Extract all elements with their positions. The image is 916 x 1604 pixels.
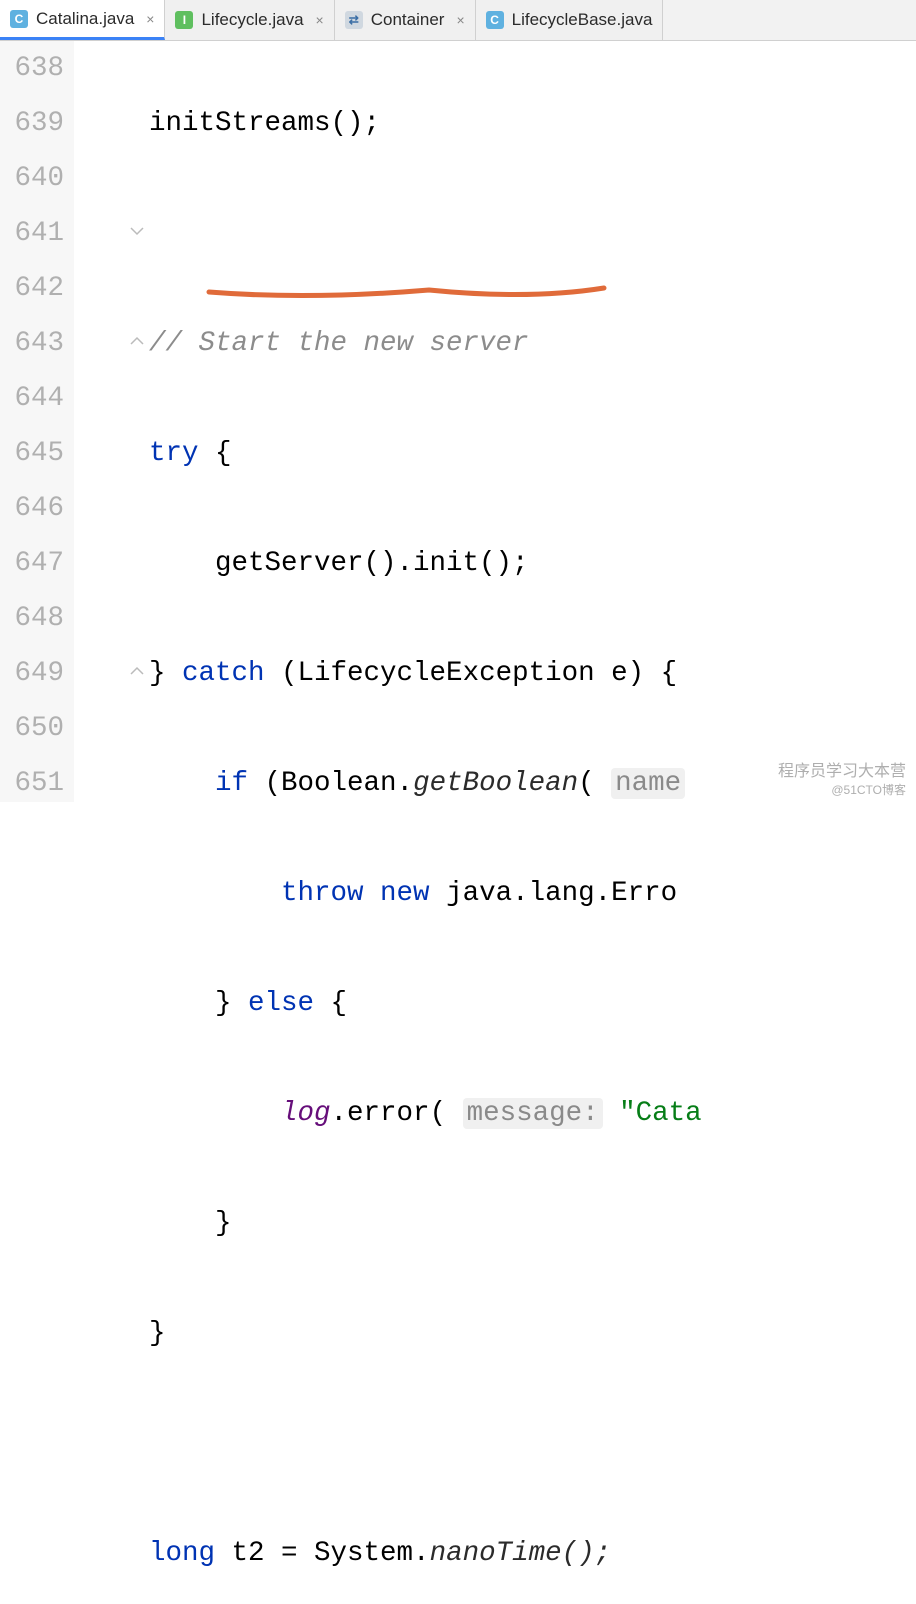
code-line: if (Boolean.getBoolean( name [149,756,702,811]
keyword: catch [182,658,265,689]
keyword: else [248,988,314,1019]
line-number: 647 [0,536,64,591]
tab-label: Container [371,10,445,30]
string-literal: "Cata [603,1098,702,1129]
code-line: } [149,1306,702,1361]
code-line [149,1416,702,1471]
code-text: { [199,438,232,469]
code-text: .error( [331,1098,463,1129]
close-icon[interactable]: × [142,11,154,27]
method-call: nanoTime(); [430,1538,612,1569]
interface-icon: I [175,11,193,29]
code-text: getServer().init(); [149,548,529,579]
param-hint: message: [463,1098,603,1129]
line-number: 640 [0,151,64,206]
tab-catalina[interactable]: C Catalina.java × [0,0,165,40]
class-icon: C [10,10,28,28]
code-line: // Start the new server [149,316,702,371]
line-number: 644 [0,371,64,426]
keyword: try [149,438,199,469]
tab-container[interactable]: ⇄ Container × [335,0,476,40]
code-text: { [314,988,347,1019]
code-line: } [149,1196,702,1251]
code-text: t2 = System. [215,1538,430,1569]
code-editor[interactable]: 638 639 640 641 642 643 644 645 646 647 … [0,41,916,802]
close-icon[interactable]: × [312,12,324,28]
code-line: getServer().init(); [149,536,702,591]
code-text: java.lang.Erro [430,878,678,909]
watermark-text: 程序员学习大本营 [778,763,906,780]
keyword: if [215,768,248,799]
line-number: 643 [0,316,64,371]
code-line: long t2 = System.nanoTime(); [149,1526,702,1581]
keyword: long [149,1538,215,1569]
line-number: 648 [0,591,64,646]
code-text: (LifecycleException e) { [265,658,678,689]
code-line: log.error( message: "Cata [149,1086,702,1141]
code-line: } else { [149,976,702,1031]
tab-label: LifecycleBase.java [512,10,653,30]
code-area[interactable]: initStreams(); // Start the new server t… [74,41,702,802]
container-icon: ⇄ [345,11,363,29]
underline-annotation [209,288,609,308]
close-icon[interactable]: × [452,12,464,28]
comment-text: // Start the new server [149,328,529,359]
tab-label: Lifecycle.java [201,10,303,30]
line-number: 639 [0,96,64,151]
code-line [149,206,702,261]
code-text: } [215,1208,232,1239]
class-icon: C [486,11,504,29]
line-number: 641 [0,206,64,261]
code-text: (Boolean. [248,768,413,799]
code-text: } [215,988,248,1019]
code-line: throw new java.lang.Erro [149,866,702,921]
line-number: 646 [0,481,64,536]
line-number: 638 [0,41,64,96]
tab-label: Catalina.java [36,9,134,29]
keyword: throw new [281,878,430,909]
param-hint: name [611,768,685,799]
code-text: } [149,658,182,689]
watermark: 程序员学习大本营 @51CTO博客 [778,757,906,798]
tab-bar: C Catalina.java × I Lifecycle.java × ⇄ C… [0,0,916,41]
code-text: ( [578,768,611,799]
field-ref: log [281,1098,331,1129]
code-line: initStreams(); [149,96,702,151]
method-call: getBoolean [413,768,578,799]
line-number: 642 [0,261,64,316]
code-line: try { [149,426,702,481]
watermark-sub: @51CTO博客 [778,781,906,798]
line-number: 651 [0,756,64,811]
line-number: 649 [0,646,64,701]
line-number: 650 [0,701,64,756]
line-gutter: 638 639 640 641 642 643 644 645 646 647 … [0,41,74,802]
code-text: initStreams(); [149,108,380,139]
line-number: 645 [0,426,64,481]
code-text: } [149,1318,166,1349]
tab-lifecycle[interactable]: I Lifecycle.java × [165,0,334,40]
code-line: } catch (LifecycleException e) { [149,646,702,701]
tab-lifecyclebase[interactable]: C LifecycleBase.java [476,0,664,40]
